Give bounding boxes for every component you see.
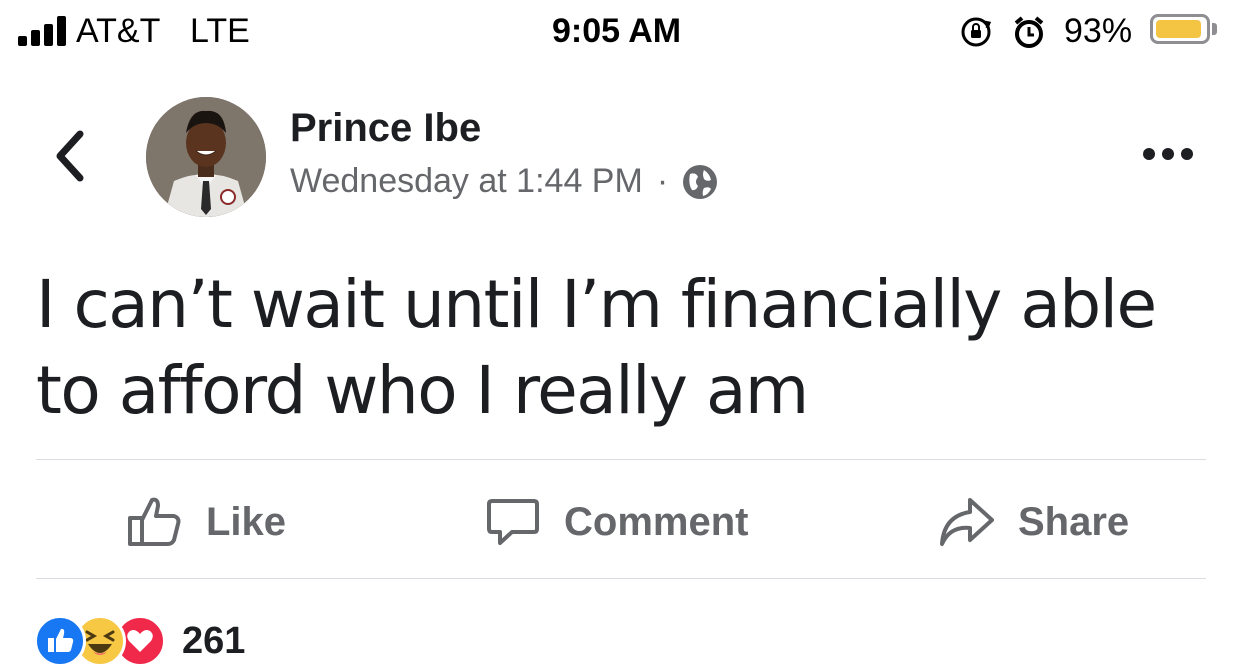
like-button[interactable]: Like [126,492,286,552]
meta-separator: · [656,162,669,200]
rotation-lock-icon [961,17,992,47]
like-label: Like [206,499,287,544]
back-chevron-icon[interactable] [50,126,90,186]
divider-bottom [36,578,1206,579]
like-reaction-icon [34,615,86,666]
status-time: 9:05 AM [552,12,682,50]
share-label: Share [1018,499,1130,544]
author-avatar[interactable] [146,97,266,217]
thumbs-up-icon [128,497,181,546]
post-meta: Wednesday at 1:44 PM · [290,162,718,201]
post-timestamp[interactable]: Wednesday at 1:44 PM [290,162,643,201]
facebook-post-screen: AT&T LTE 9:05 AM 93% Prince Ibe Wednesda… [0,0,1241,666]
share-button[interactable]: Share [938,492,1129,552]
globe-icon [683,164,718,199]
signal-bars-icon [18,16,72,46]
comment-button[interactable]: Comment [486,492,748,552]
more-options-icon[interactable] [1142,144,1194,164]
comment-bubble-icon [487,499,539,545]
battery-fill [1156,20,1201,38]
reactions-summary[interactable]: 261 [34,615,246,666]
network-type: LTE [190,12,250,50]
battery-tip [1212,23,1217,35]
author-name[interactable]: Prince Ibe [290,106,481,151]
avatar-portrait [146,97,266,217]
share-arrow-icon [940,498,994,546]
status-bar: AT&T LTE 9:05 AM 93% [0,0,1241,64]
divider-top [36,459,1206,460]
battery-icon [1150,14,1210,44]
carrier-name: AT&T [76,12,161,50]
alarm-icon [1014,16,1044,48]
reaction-count: 261 [182,619,246,662]
post-text: I can’t wait until I’m financially able … [36,266,1157,429]
comment-label: Comment [564,499,749,544]
battery-percent: 93% [1064,12,1133,50]
